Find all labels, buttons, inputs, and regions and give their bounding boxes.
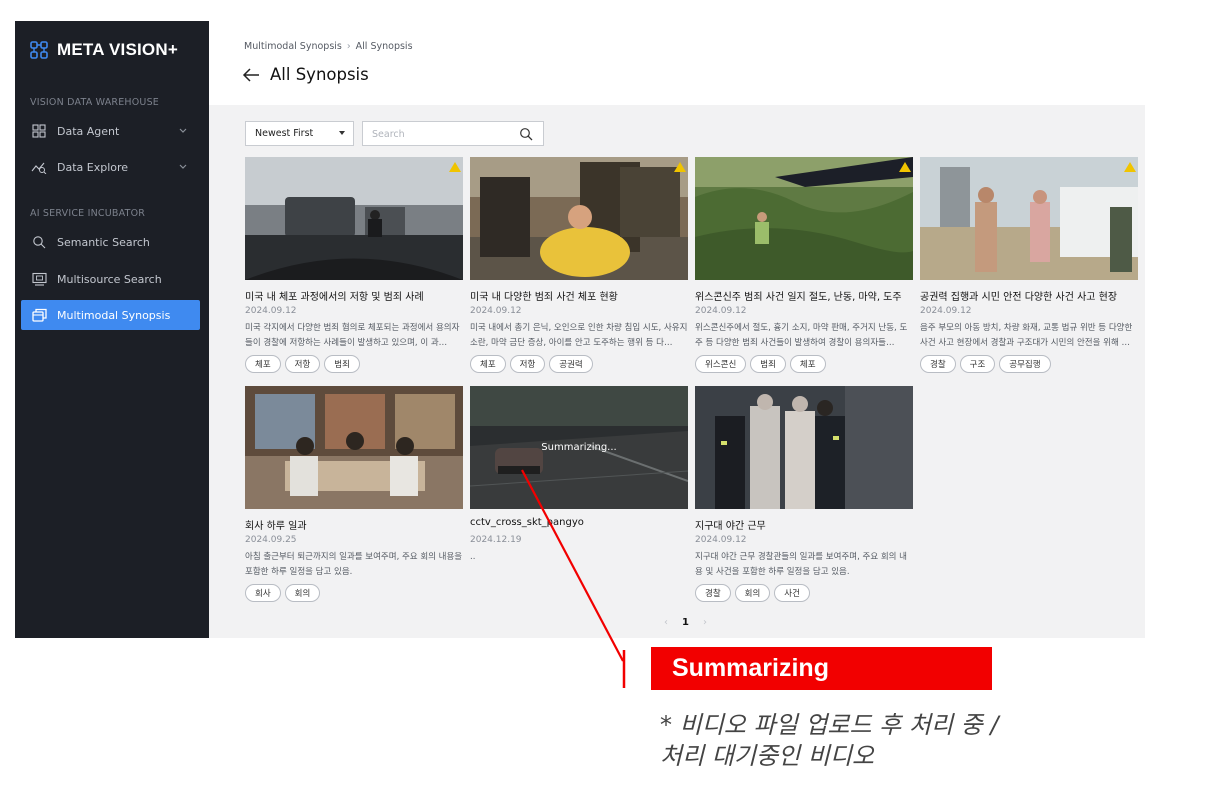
annotation-arrow [521, 469, 626, 688]
annotation-note-line: * 비디오 파일 업로드 후 처리 중 / [660, 711, 999, 739]
annotation-label: Summarizing [651, 647, 992, 690]
annotation-note: * 비디오 파일 업로드 후 처리 중 / 처리 대기중인 비디오 [660, 710, 998, 772]
screen: META VISION+ VISION DATA WAREHOUSE Data … [0, 0, 1209, 787]
annotation-note-line: 처리 대기중인 비디오 [660, 742, 874, 770]
